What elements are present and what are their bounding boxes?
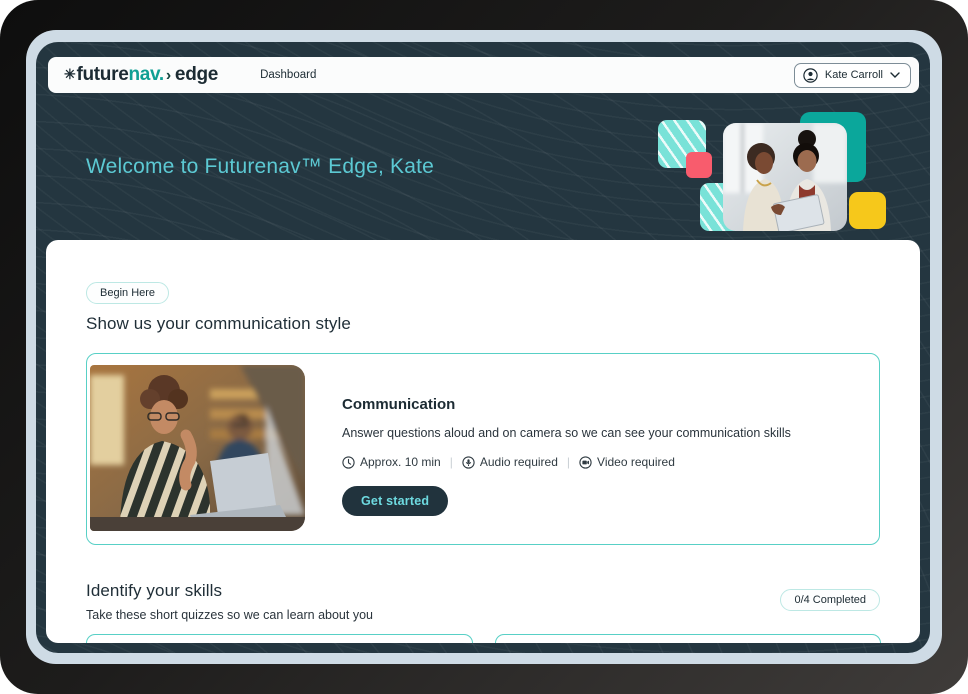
decor-pink-square xyxy=(686,152,712,178)
skills-section-description: Take these short quizzes so we can learn… xyxy=(86,608,373,622)
welcome-banner: Welcome to Futurenav™ Edge, Kate xyxy=(36,93,930,240)
quiz-cards-row xyxy=(86,634,881,643)
banner-photo-collaboration xyxy=(723,123,847,231)
app-window: ✳futurenav.›edge Dashboard Kate Carroll … xyxy=(36,42,930,653)
communication-card-meta: Approx. 10 min | Audio required xyxy=(342,455,791,469)
asterisk-logo-icon: ✳ xyxy=(64,66,75,83)
meta-audio-label: Audio required xyxy=(480,455,558,469)
communication-card-body: Communication Answer questions aloud and… xyxy=(305,354,811,516)
get-started-button[interactable]: Get started xyxy=(342,486,448,516)
skills-section-heading: Identify your skills xyxy=(86,581,373,601)
nav-item-dashboard[interactable]: Dashboard xyxy=(260,69,316,81)
quiz-card-left[interactable] xyxy=(86,634,473,643)
skills-progress-badge: 0/4 Completed xyxy=(780,589,880,611)
meta-video: Video required xyxy=(579,455,675,469)
quiz-card-right[interactable] xyxy=(495,634,882,643)
logo-text-edge: edge xyxy=(175,64,218,86)
meta-separator: | xyxy=(450,455,453,469)
communication-card-description: Answer questions aloud and on camera so … xyxy=(342,426,791,440)
video-icon xyxy=(579,456,592,469)
user-avatar-icon xyxy=(803,68,818,83)
decor-yellow-square xyxy=(849,192,886,229)
communication-card-title: Communication xyxy=(342,396,791,413)
meta-video-label: Video required xyxy=(597,455,675,469)
logo-text-nav: nav. xyxy=(128,64,163,86)
logo-chevron: › xyxy=(166,67,171,85)
skills-section-header: Identify your skills Take these short qu… xyxy=(86,581,880,622)
chevron-down-icon xyxy=(890,72,900,78)
meta-audio: Audio required xyxy=(462,455,558,469)
futurenav-edge-logo[interactable]: ✳futurenav.›edge xyxy=(64,64,218,86)
meta-duration: Approx. 10 min xyxy=(342,455,441,469)
microphone-icon xyxy=(462,456,475,469)
top-navbar: ✳futurenav.›edge Dashboard Kate Carroll xyxy=(48,57,919,93)
page-background: ✳futurenav.›edge Dashboard Kate Carroll … xyxy=(0,0,968,694)
meta-duration-label: Approx. 10 min xyxy=(360,455,441,469)
user-name: Kate Carroll xyxy=(825,69,883,81)
skills-section-text: Identify your skills Take these short qu… xyxy=(86,581,373,622)
begin-here-badge: Begin Here xyxy=(86,282,169,304)
communication-card[interactable]: Communication Answer questions aloud and… xyxy=(86,353,880,545)
welcome-heading: Welcome to Futurenav™ Edge, Kate xyxy=(86,155,434,179)
communication-card-image xyxy=(90,365,305,531)
communication-section-heading: Show us your communication style xyxy=(86,314,880,334)
meta-separator: | xyxy=(567,455,570,469)
main-content-panel: Begin Here Show us your communication st… xyxy=(46,240,920,643)
logo-text-future: future xyxy=(76,64,128,86)
clock-icon xyxy=(342,456,355,469)
user-menu-button[interactable]: Kate Carroll xyxy=(794,63,911,88)
